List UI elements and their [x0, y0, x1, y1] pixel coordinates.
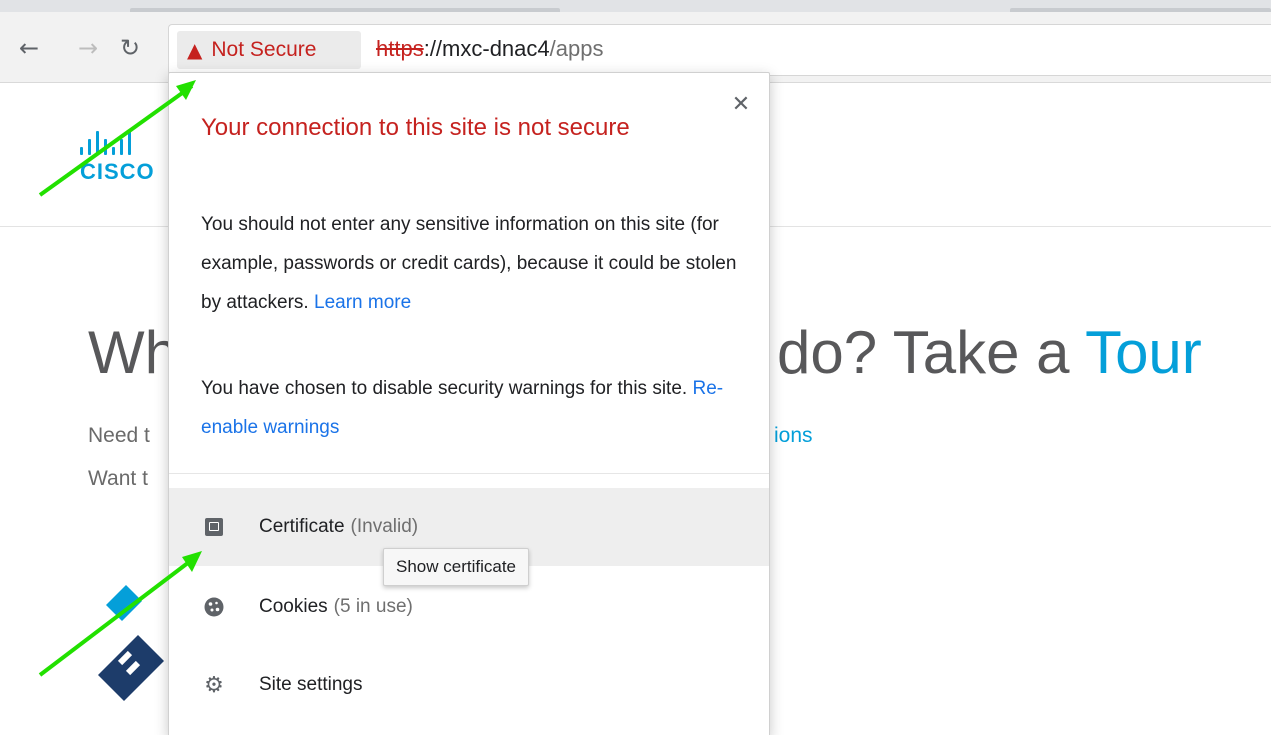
reload-button[interactable]: ↻	[116, 34, 144, 62]
address-bar[interactable]: ▲ Not Secure https://mxc-dnac4/apps	[168, 24, 1271, 76]
site-settings-menu-item[interactable]: ⚙ Site settings	[169, 646, 769, 724]
popup-warning-text: You should not enter any sensitive infor…	[201, 205, 741, 322]
popup-title: Your connection to this site is not secu…	[201, 114, 630, 141]
cisco-logo-word: CISCO	[80, 159, 155, 184]
site-settings-label: Site settings	[259, 674, 363, 695]
learn-more-link[interactable]: Learn more	[314, 292, 411, 313]
close-icon: ✕	[731, 92, 751, 117]
url-separator: ://	[423, 36, 443, 61]
url-host: mxc-dnac4	[442, 36, 550, 61]
cisco-logo[interactable]: CISCO	[80, 125, 180, 185]
cookie-icon	[203, 596, 225, 618]
popup-divider	[169, 473, 769, 474]
page-subtext-1-link[interactable]: ions	[774, 424, 813, 448]
back-arrow-icon: ←	[18, 34, 40, 62]
certificate-icon	[203, 516, 225, 538]
page-subtext-2: Want t	[88, 467, 148, 490]
security-chip-label: Not Secure	[211, 38, 317, 61]
cookies-count: (5 in use)	[333, 596, 413, 617]
page-headline-end-text: do? Take a	[777, 319, 1086, 386]
cisco-bars-icon	[80, 125, 180, 155]
show-certificate-tooltip: Show certificate	[383, 548, 529, 586]
certificate-label: Certificate	[259, 516, 345, 537]
close-popup-button[interactable]: ✕	[727, 91, 755, 119]
url-path: /apps	[549, 36, 604, 61]
popup-disabled-warnings-text: You have chosen to disable security warn…	[201, 369, 741, 447]
take-tour-link[interactable]: Tour	[1085, 319, 1202, 386]
page-subtext-1: Need t	[88, 424, 150, 447]
tab-strip	[0, 0, 1271, 12]
security-indicator-button[interactable]: ▲ Not Secure	[177, 31, 361, 69]
page-headline-start: Wh	[88, 319, 178, 386]
url-text[interactable]: https://mxc-dnac4/apps	[376, 36, 603, 62]
url-scheme: https	[376, 36, 424, 61]
popup-warning-body: You should not enter any sensitive infor…	[201, 214, 737, 313]
page-headline-end: do? Take a Tour	[777, 318, 1202, 387]
site-info-popup: ✕ Your connection to this site is not se…	[168, 72, 770, 735]
cookies-label: Cookies	[259, 596, 328, 617]
reload-icon: ↻	[119, 34, 141, 62]
gear-icon: ⚙	[204, 672, 224, 698]
back-button[interactable]: ←	[15, 34, 43, 62]
screenshot-root: ← → ↻ ▲ Not Secure https://mxc-dnac4/app…	[0, 0, 1271, 735]
warning-triangle-icon: ▲	[187, 38, 203, 62]
certificate-status: (Invalid)	[350, 516, 419, 537]
popup-disabled-warnings-body: You have chosen to disable security warn…	[201, 378, 693, 399]
forward-arrow-icon: →	[77, 34, 99, 62]
forward-button[interactable]: →	[74, 34, 102, 62]
